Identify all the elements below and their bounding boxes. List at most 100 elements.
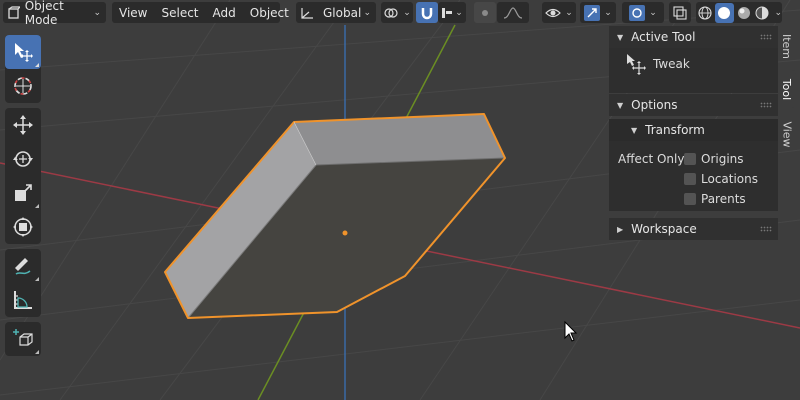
drag-grip-icon[interactable] — [760, 102, 772, 108]
mode-label: Object Mode — [24, 0, 64, 27]
tab-tool-label: Tool — [780, 78, 794, 100]
shading-group: ⌄ — [696, 2, 782, 23]
select-box-tool[interactable] — [5, 35, 41, 69]
transform-tool[interactable] — [5, 210, 41, 244]
object-mode-icon — [8, 5, 20, 19]
select-box-icon — [15, 43, 33, 62]
mouse-cursor-icon — [564, 320, 578, 342]
drag-grip-icon[interactable] — [760, 34, 772, 40]
chevron-down-icon: ⌄ — [403, 7, 411, 18]
cursor-icon — [14, 77, 32, 95]
transform-subpanel-body: Affect Only Origins Locations Parents — [609, 141, 778, 211]
add-tools-group — [5, 322, 41, 356]
active-tool-name[interactable]: Tweak — [653, 57, 690, 71]
annotate-tools-group — [5, 249, 41, 317]
menu-object[interactable]: Object — [243, 2, 296, 23]
tweak-tool-icon — [627, 54, 646, 75]
orientation-axes-icon — [301, 7, 313, 19]
overlays-icon — [629, 4, 646, 21]
annotate-tool[interactable] — [5, 249, 41, 283]
submenu-corner-icon — [35, 63, 39, 67]
tab-tool[interactable]: Tool — [778, 70, 796, 108]
tab-view-label: View — [780, 120, 794, 148]
transform-subpanel-header[interactable]: ▼ Transform — [609, 119, 778, 141]
xray-toggle[interactable] — [669, 2, 691, 23]
move-tool[interactable] — [5, 108, 41, 142]
chevron-down-icon: ⌄ — [565, 7, 573, 18]
annotate-icon — [15, 258, 31, 275]
expanded-triangle-icon: ▼ — [617, 100, 624, 110]
menu-add[interactable]: Add — [206, 2, 243, 23]
overlays-toggle[interactable]: ⌄ — [622, 2, 664, 23]
transform-subpanel-title: Transform — [645, 123, 705, 137]
parents-checkbox[interactable] — [684, 193, 696, 205]
select-tools-group — [5, 35, 41, 103]
snap-target-button[interactable]: ⌄ — [438, 2, 466, 23]
locations-label: Locations — [701, 172, 759, 186]
cursor-tool[interactable] — [5, 69, 41, 103]
expanded-triangle-icon: ▼ — [617, 32, 624, 42]
transform-orientation-selector[interactable]: Global ⌄ — [296, 2, 376, 23]
workspace-panel-header[interactable]: ▶ Workspace — [609, 218, 778, 240]
proportional-dot-icon — [482, 9, 488, 16]
origins-checkbox-row[interactable]: Origins — [684, 150, 744, 168]
gizmo-icon — [584, 4, 601, 21]
menu-view[interactable]: View — [112, 2, 154, 23]
falloff-button[interactable] — [497, 2, 529, 23]
magnet-icon — [421, 7, 433, 19]
menu-select[interactable]: Select — [154, 2, 205, 23]
options-panel-header[interactable]: ▼ Options — [609, 94, 778, 116]
parents-label: Parents — [701, 192, 746, 206]
snap-increment-icon — [442, 7, 453, 18]
add-cube-tool[interactable] — [5, 322, 41, 356]
visibility-button[interactable]: ⌄ — [542, 2, 576, 23]
move-icon — [13, 115, 33, 135]
measure-tool[interactable] — [5, 283, 41, 317]
chevron-down-icon: ⌄ — [604, 7, 612, 18]
rotate-icon — [13, 151, 33, 167]
active-tool-panel-title: Active Tool — [631, 30, 696, 44]
mesh-object[interactable] — [164, 113, 506, 319]
collapsed-triangle-icon: ▶ — [617, 224, 624, 234]
affect-only-label: Affect Only — [618, 152, 685, 166]
gizmo-toggle[interactable]: ⌄ — [580, 2, 616, 23]
tab-view[interactable]: View — [778, 112, 796, 156]
expanded-triangle-icon: ▼ — [631, 125, 638, 135]
drag-grip-icon[interactable] — [760, 226, 772, 232]
add-cube-icon — [13, 329, 33, 346]
tool-shelf — [5, 35, 41, 361]
rendered-shading-icon[interactable] — [753, 4, 771, 22]
sidebar-tabs: Item Tool View — [778, 26, 798, 160]
submenu-corner-icon — [35, 350, 39, 354]
material-shading-icon[interactable] — [735, 4, 753, 22]
solid-shading-icon[interactable] — [714, 2, 735, 23]
pivot-point-button[interactable]: ⌄ — [381, 2, 413, 23]
viewport-header: Object Mode ⌄ View Select Add Object Glo… — [0, 0, 800, 27]
rotate-tool[interactable] — [5, 142, 41, 176]
pivot-icon — [384, 7, 398, 18]
scale-tool[interactable] — [5, 176, 41, 210]
properties-sidebar: ▼ Active Tool Tweak ▼ Options ▼ Transfor… — [609, 26, 778, 246]
submenu-corner-icon — [35, 204, 39, 208]
header-menu: View Select Add Object — [112, 2, 289, 23]
eye-icon — [545, 8, 562, 17]
origins-checkbox[interactable] — [684, 153, 696, 165]
active-tool-panel-header[interactable]: ▼ Active Tool — [609, 26, 778, 48]
locations-checkbox[interactable] — [684, 173, 696, 185]
snap-toggle[interactable] — [416, 2, 438, 23]
chevron-down-icon: ⌄ — [93, 7, 101, 18]
measure-icon — [14, 291, 32, 309]
scale-icon — [15, 184, 32, 201]
locations-checkbox-row[interactable]: Locations — [684, 170, 758, 188]
parents-checkbox-row[interactable]: Parents — [684, 190, 746, 208]
tab-item[interactable]: Item — [778, 26, 796, 66]
wireframe-shading-icon[interactable] — [696, 4, 714, 22]
chevron-down-icon: ⌄ — [363, 7, 371, 18]
tab-item-label: Item — [780, 33, 794, 59]
mode-selector[interactable]: Object Mode ⌄ — [3, 0, 106, 27]
xray-icon — [673, 5, 687, 20]
proportional-edit-toggle[interactable] — [474, 2, 496, 23]
transform-tools-group — [5, 108, 41, 244]
chevron-down-icon[interactable]: ⌄ — [774, 8, 782, 18]
transform-icon — [13, 217, 33, 237]
